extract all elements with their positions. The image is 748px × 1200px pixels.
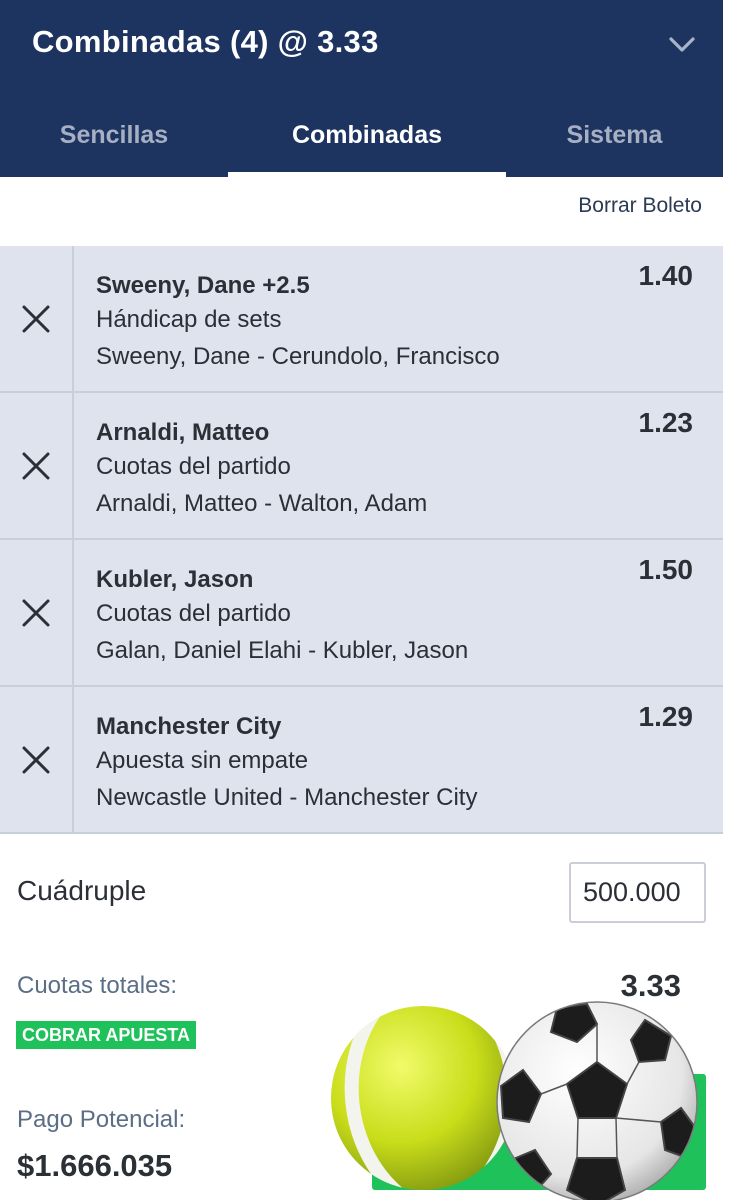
selection-odds: 1.50 (638, 554, 694, 585)
tab-sistema[interactable]: Sistema (506, 100, 723, 177)
bet-type-tabs: Sencillas Combinadas Sistema (0, 100, 723, 177)
soccer-ball-icon (496, 1001, 698, 1200)
tab-combinadas[interactable]: Combinadas (228, 100, 506, 177)
betslip-header[interactable]: Combinadas (4) @ 3.33 Sencillas Combinad… (0, 0, 723, 177)
selection-event: Galan, Daniel Elahi - Kubler, Jason (96, 637, 469, 664)
selection-name: Kubler, Jason (96, 566, 254, 593)
selection-market: Apuesta sin empate (96, 747, 309, 774)
chevron-down-icon[interactable] (666, 28, 698, 60)
remove-selection-button[interactable] (0, 393, 74, 538)
remove-selection-button[interactable] (0, 540, 74, 685)
selection-market: Cuotas del partido (96, 600, 291, 627)
stake-input[interactable] (569, 862, 706, 923)
bet-type-label: Cuádruple (17, 875, 147, 906)
potential-payout-value: $1.666.035 (17, 1148, 173, 1183)
selection-item: Manchester City Apuesta sin empate Newca… (0, 687, 723, 834)
clear-row: Borrar Boleto (0, 177, 723, 246)
sports-balls-overlay (331, 1001, 698, 1200)
selection-odds: 1.23 (638, 407, 694, 438)
stake-row: Cuádruple (0, 835, 723, 945)
tennis-ball-icon (331, 1006, 515, 1190)
selection-name: Arnaldi, Matteo (96, 419, 270, 446)
cashout-badge: COBRAR APUESTA (16, 1021, 197, 1049)
selection-event: Sweeny, Dane - Cerundolo, Francisco (96, 343, 500, 370)
selection-name: Manchester City (96, 713, 282, 740)
remove-selection-button[interactable] (0, 687, 74, 832)
betslip-panel: Combinadas (4) @ 3.33 Sencillas Combinad… (0, 0, 723, 1200)
selection-item: Arnaldi, Matteo Cuotas del partido Arnal… (0, 393, 723, 540)
potential-payout-label: Pago Potencial: (17, 1106, 186, 1133)
selection-odds: 1.29 (638, 701, 694, 732)
betslip-title: Combinadas (4) @ 3.33 (32, 24, 379, 59)
background-strip (723, 0, 748, 1200)
selection-market: Hándicap de sets (96, 306, 282, 333)
close-icon (22, 452, 50, 479)
selection-event: Arnaldi, Matteo - Walton, Adam (96, 490, 428, 517)
selection-name: Sweeny, Dane +2.5 (96, 272, 310, 299)
selection-market: Cuotas del partido (96, 453, 291, 480)
selection-item: Sweeny, Dane +2.5 Hándicap de sets Sween… (0, 246, 723, 393)
remove-selection-button[interactable] (0, 246, 74, 391)
tab-sencillas[interactable]: Sencillas (0, 100, 228, 177)
selection-item: Kubler, Jason Cuotas del partido Galan, … (0, 540, 723, 687)
selection-odds: 1.40 (638, 260, 694, 291)
close-icon (22, 305, 50, 332)
close-icon (22, 599, 50, 626)
close-icon (22, 746, 50, 773)
clear-betslip-button[interactable]: Borrar Boleto (578, 194, 702, 218)
selection-event: Newcastle United - Manchester City (96, 784, 478, 811)
total-odds-label: Cuotas totales: (17, 972, 178, 999)
